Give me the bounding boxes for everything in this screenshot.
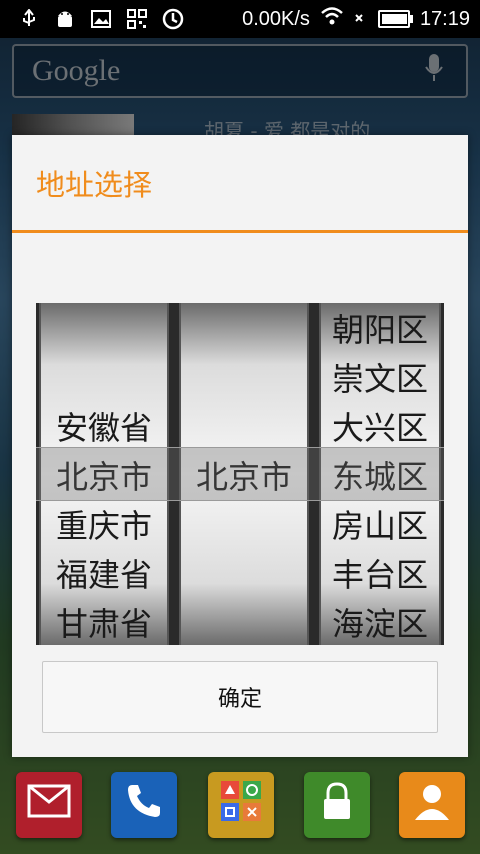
battery-icon <box>377 10 413 28</box>
province-option[interactable]: 福建省 <box>41 551 167 600</box>
district-option[interactable]: 房山区 <box>321 502 439 551</box>
app-dock <box>0 772 480 842</box>
sync-icon <box>162 8 184 30</box>
phone-app[interactable] <box>111 772 177 838</box>
game-icon <box>218 778 264 833</box>
district-option[interactable]: 海淀区 <box>321 600 439 645</box>
status-bar: 0.00K/s 17:19 <box>0 0 480 38</box>
image-icon <box>90 8 112 30</box>
district-option[interactable]: 崇文区 <box>321 355 439 404</box>
network-speed: 0.00K/s <box>242 7 310 30</box>
city-wheel[interactable]: 北京市 <box>179 303 309 645</box>
address-picker-dialog: 地址选择 安徽省 北京市 重庆市 福建省 甘肃省 北京市 朝阳区 崇文区 大兴区… <box>12 135 468 757</box>
province-wheel[interactable]: 安徽省 北京市 重庆市 福建省 甘肃省 <box>39 303 169 645</box>
lock-app[interactable] <box>304 772 370 838</box>
signal-icon <box>354 8 368 31</box>
province-option[interactable]: 安徽省 <box>41 404 167 453</box>
envelope-icon <box>27 784 71 827</box>
android-debug-icon <box>54 8 76 30</box>
province-option-selected[interactable]: 北京市 <box>41 453 167 502</box>
clock: 17:19 <box>419 7 470 30</box>
city-option-selected[interactable]: 北京市 <box>181 453 307 502</box>
confirm-button[interactable]: 确定 <box>42 661 438 733</box>
contact-icon <box>412 780 452 831</box>
mail-app[interactable] <box>16 772 82 838</box>
province-option[interactable]: 甘肃省 <box>41 600 167 645</box>
dialog-title: 地址选择 <box>12 135 468 233</box>
wifi-icon <box>320 6 344 32</box>
province-option[interactable]: 重庆市 <box>41 502 167 551</box>
games-app[interactable] <box>208 772 274 838</box>
district-option-selected[interactable]: 东城区 <box>321 453 439 502</box>
lock-icon <box>320 781 354 830</box>
district-wheel[interactable]: 朝阳区 崇文区 大兴区 东城区 房山区 丰台区 海淀区 <box>319 303 441 645</box>
district-option[interactable]: 朝阳区 <box>321 306 439 355</box>
district-option[interactable]: 大兴区 <box>321 404 439 453</box>
qr-icon <box>126 8 148 30</box>
contacts-app[interactable] <box>399 772 465 838</box>
district-option[interactable]: 丰台区 <box>321 551 439 600</box>
address-picker: 安徽省 北京市 重庆市 福建省 甘肃省 北京市 朝阳区 崇文区 大兴区 东城区 … <box>36 303 444 645</box>
phone-icon <box>124 781 164 830</box>
usb-icon <box>18 8 40 30</box>
